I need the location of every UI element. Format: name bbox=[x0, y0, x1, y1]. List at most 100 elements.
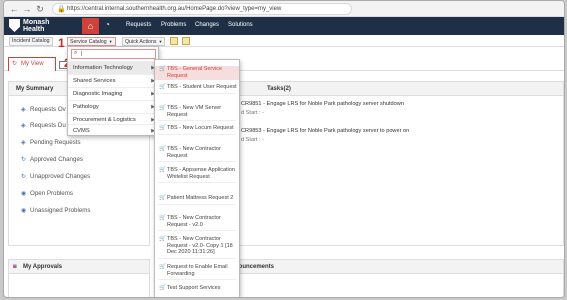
category-label: Information Technology bbox=[73, 65, 133, 71]
reload-icon[interactable]: ↻ bbox=[34, 3, 46, 15]
logo-line2: Health bbox=[23, 26, 45, 33]
summary-item-label: Pending Requests bbox=[30, 139, 81, 146]
submenu-item-label: Patient Mattress Request 2 bbox=[167, 195, 234, 201]
cart-icon: 🛒 bbox=[159, 105, 166, 111]
submenu-item-label: TBS - New Locum Request bbox=[167, 125, 234, 131]
summary-item-approved-changes[interactable]: ↻ Approved Changes bbox=[21, 156, 83, 163]
chevron-down-icon: ▼ bbox=[158, 39, 163, 44]
cart-icon: 🛒 bbox=[159, 285, 166, 291]
service-catalog-button[interactable]: Service Catalog ▼ bbox=[67, 37, 116, 46]
submenu-item-label: TBS - Appsense Application Whitelist Req… bbox=[167, 167, 235, 180]
submenu-item-label: TBS - New Contractor Request bbox=[167, 146, 221, 159]
incident-catalog-label: Incident Catalog bbox=[12, 38, 50, 44]
task-item[interactable]: CR9853 - Engage LRS for Noble Park patho… bbox=[241, 128, 409, 134]
submenu-item-email-forwarding[interactable]: 🛒 Request to Enable Email Forwarding bbox=[155, 264, 239, 280]
browser-toolbar: ← → ↻ 🔒 https://central.internal.souther… bbox=[4, 1, 564, 17]
submenu-item-new-contractor-v2-copy[interactable]: 🛒 TBS - New Contractor Request - v2.0- Co… bbox=[155, 236, 239, 259]
cart-icon: 🛒 bbox=[159, 215, 166, 221]
problems-icon: ◉ bbox=[21, 207, 27, 214]
submenu-item-label: TBS - New VM Server Request bbox=[167, 105, 222, 118]
category-cvms[interactable]: CVMS▶ bbox=[68, 124, 158, 137]
summary-item-label: Unassigned Problems bbox=[30, 207, 91, 214]
it-services-submenu: 🛒 TBS - General Service Request 🛒 TBS - St… bbox=[154, 59, 240, 297]
task-item[interactable]: CR9851 - Engage LRS for Noble Park patho… bbox=[241, 101, 404, 107]
requests-icon: ◈ bbox=[21, 139, 26, 146]
my-approvals-panel: ◙ My Approvals bbox=[8, 259, 150, 297]
summary-item-label: Requests Du bbox=[30, 122, 66, 129]
catalog-search-input[interactable]: ⌕ | bbox=[71, 49, 156, 59]
category-pathology[interactable]: Pathology▶ bbox=[68, 100, 158, 113]
cart-icon: 🛒 bbox=[159, 167, 166, 173]
dashboard-icon[interactable]: ◔ bbox=[105, 20, 110, 29]
summary-item-requests-due[interactable]: ◈ Requests Du bbox=[21, 122, 66, 129]
nav-requests[interactable]: Requests bbox=[126, 22, 151, 28]
submenu-item-new-locum[interactable]: 🛒 TBS - New Locum Request bbox=[155, 125, 239, 135]
search-icon: ⌕ bbox=[74, 50, 78, 56]
tab-my-view-label: My View bbox=[21, 61, 44, 67]
chevron-down-icon: ▼ bbox=[108, 39, 113, 44]
submenu-item-label: TBS - Student User Request bbox=[167, 84, 237, 90]
category-label: Shared Services bbox=[73, 78, 116, 84]
changes-icon: ↻ bbox=[21, 156, 27, 163]
requests-icon: ◈ bbox=[21, 122, 26, 129]
problems-icon: ◉ bbox=[21, 190, 27, 197]
submenu-item-new-contractor-v2[interactable]: 🛒 TBS - New Contractor Request - v2.0 bbox=[155, 215, 239, 231]
quick-actions-label: Quick Actions bbox=[125, 39, 157, 45]
folder-icon[interactable] bbox=[170, 37, 178, 45]
incident-catalog-button[interactable]: Incident Catalog bbox=[9, 37, 53, 46]
service-catalog-dropdown: ⌕ | Information Technology▶ Shared Servi… bbox=[67, 46, 159, 136]
cart-icon: 🛒 bbox=[159, 146, 166, 152]
cart-icon: 🛒 bbox=[159, 264, 166, 270]
category-information-technology[interactable]: Information Technology▶ bbox=[68, 61, 158, 74]
monash-health-logo[interactable]: Monash Health bbox=[9, 18, 63, 34]
submenu-item-patient-mattress[interactable]: 🛒 Patient Mattress Request 2 bbox=[155, 195, 239, 205]
app-header: Monash Health ⌂ ◔ Requests Problems Chan… bbox=[4, 17, 564, 35]
nav-problems[interactable]: Problems bbox=[161, 22, 186, 28]
nav-solutions[interactable]: Solutions bbox=[228, 22, 253, 28]
lock-icon: 🔒 bbox=[57, 6, 66, 13]
summary-item-unapproved-changes[interactable]: ↻ Unapproved Changes bbox=[21, 173, 90, 180]
url-text: https://central.internal.southernhealth.… bbox=[67, 6, 282, 12]
task-start: d Start : - bbox=[241, 137, 265, 143]
refresh-icon: ↻ bbox=[12, 61, 18, 67]
submenu-item-general-service[interactable]: 🛒 TBS - General Service Request bbox=[155, 66, 239, 80]
cart-icon: 🛒 bbox=[159, 195, 166, 201]
submenu-item-label: TBS - New Contractor Request - v2.0- Cop… bbox=[167, 236, 233, 255]
submenu-item-appsense-whitelist[interactable]: 🛒 TBS - Appsense Application Whitelist Re… bbox=[155, 167, 239, 183]
cart-icon: 🛒 bbox=[159, 66, 166, 72]
home-icon: ⌂ bbox=[87, 21, 94, 31]
forward-icon[interactable]: → bbox=[21, 3, 33, 15]
submenu-item-new-vm-server[interactable]: 🛒 TBS - New VM Server Request bbox=[155, 105, 239, 121]
my-approvals-title: ◙ My Approvals bbox=[9, 260, 149, 274]
category-label: Diagnostic Imaging bbox=[73, 91, 123, 97]
service-catalog-label: Service Catalog bbox=[70, 39, 107, 45]
home-button[interactable]: ⌂ bbox=[82, 18, 99, 34]
summary-item-pending-requests[interactable]: ◈ Pending Requests bbox=[21, 139, 81, 146]
summary-item-label: Requests Ov bbox=[30, 106, 66, 113]
cart-icon: 🛒 bbox=[159, 84, 166, 90]
submenu-item-student-user[interactable]: 🛒 TBS - Student User Request bbox=[155, 84, 239, 94]
submenu-item-label: Request to Enable Email Forwarding bbox=[167, 264, 228, 277]
submenu-item-label: TBS - General Service Request bbox=[167, 66, 223, 79]
summary-item-requests-overdue[interactable]: ◈ Requests Ov bbox=[21, 106, 66, 113]
address-bar[interactable]: 🔒 https://central.internal.southernhealt… bbox=[52, 3, 352, 15]
browser-window: ← → ↻ 🔒 https://central.internal.souther… bbox=[3, 0, 565, 298]
note-icon[interactable] bbox=[182, 37, 190, 45]
submenu-item-test-support[interactable]: 🛒 Test Support Services bbox=[155, 285, 239, 292]
task-start: d Start : - bbox=[241, 110, 265, 116]
submenu-item-label: Test Support Services bbox=[167, 285, 221, 291]
tab-my-view[interactable]: ↻ My View bbox=[8, 57, 56, 71]
catalog-search-value: | bbox=[81, 51, 83, 57]
category-shared-services[interactable]: Shared Services▶ bbox=[68, 74, 158, 87]
submenu-item-new-contractor[interactable]: 🛒 TBS - New Contractor Request bbox=[155, 146, 239, 162]
back-icon[interactable]: ← bbox=[8, 3, 20, 15]
quick-actions-button[interactable]: Quick Actions ▼ bbox=[122, 37, 166, 46]
nav-changes[interactable]: Changes bbox=[195, 22, 219, 28]
cart-icon: 🛒 bbox=[159, 236, 166, 242]
summary-item-unassigned-problems[interactable]: ◉ Unassigned Problems bbox=[21, 207, 91, 214]
summary-item-open-problems[interactable]: ◉ Open Problems bbox=[21, 190, 73, 197]
submenu-item-label: TBS - New Contractor Request - v2.0 bbox=[167, 215, 221, 228]
category-diagnostic-imaging[interactable]: Diagnostic Imaging▶ bbox=[68, 87, 158, 100]
cart-icon: 🛒 bbox=[159, 125, 166, 131]
annotation-1: 1 bbox=[58, 36, 65, 50]
